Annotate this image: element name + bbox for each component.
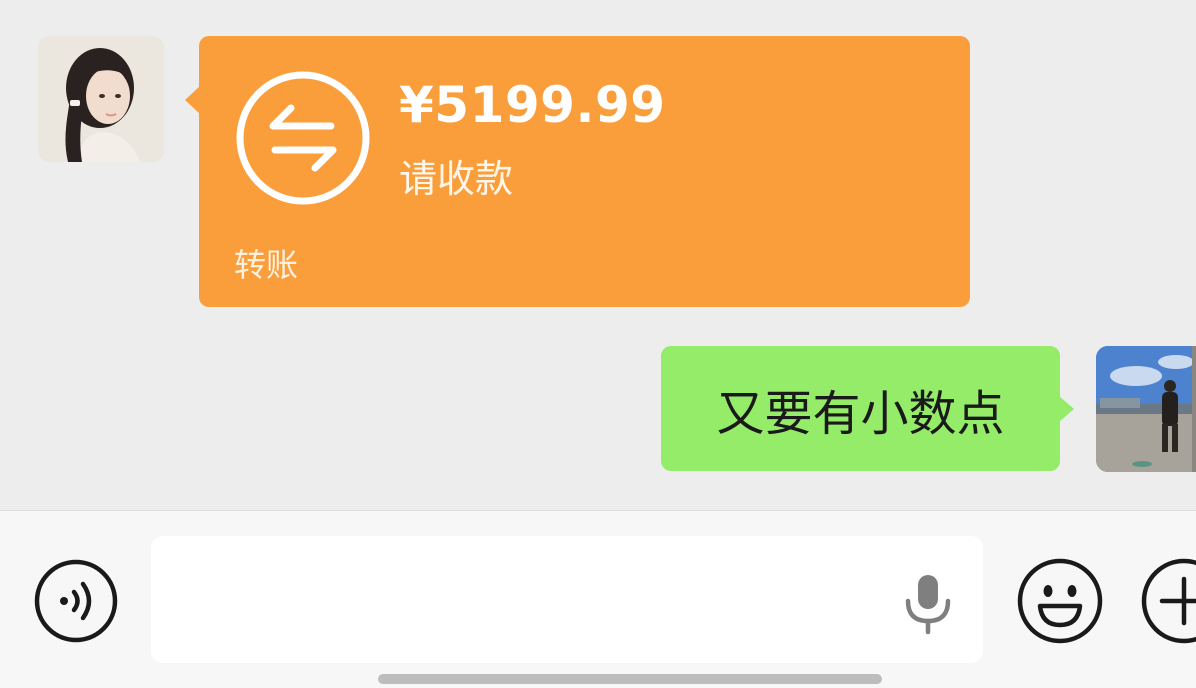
emoji-face-icon[interactable] bbox=[1016, 557, 1104, 645]
contact-avatar[interactable] bbox=[38, 36, 164, 162]
sent-message-text: 又要有小数点 bbox=[716, 385, 1005, 442]
girl-portrait-avatar-image bbox=[38, 36, 164, 162]
microphone-icon[interactable] bbox=[900, 571, 956, 635]
home-indicator[interactable] bbox=[378, 674, 882, 684]
voice-mode-icon[interactable] bbox=[34, 559, 118, 643]
plus-circle-icon[interactable] bbox=[1140, 557, 1196, 645]
transfer-message-bubble[interactable]: ¥5199.99 请收款 转账 bbox=[185, 36, 970, 307]
outdoor-photo-avatar-image bbox=[1096, 346, 1196, 472]
transfer-type-label: 转账 bbox=[234, 246, 299, 284]
sent-message-bubble[interactable]: 又要有小数点 bbox=[661, 346, 1074, 471]
transfer-amount: ¥5199.99 bbox=[399, 76, 666, 134]
message-input[interactable] bbox=[151, 536, 983, 663]
transfer-status: 请收款 bbox=[399, 157, 514, 201]
my-avatar[interactable] bbox=[1096, 346, 1196, 472]
chat-screen: ¥5199.99 请收款 转账 又要有小数点 bbox=[0, 0, 1196, 688]
transfer-arrows-icon bbox=[236, 71, 370, 205]
message-list[interactable]: ¥5199.99 请收款 转账 又要有小数点 bbox=[0, 0, 1196, 510]
input-bar bbox=[0, 510, 1196, 688]
